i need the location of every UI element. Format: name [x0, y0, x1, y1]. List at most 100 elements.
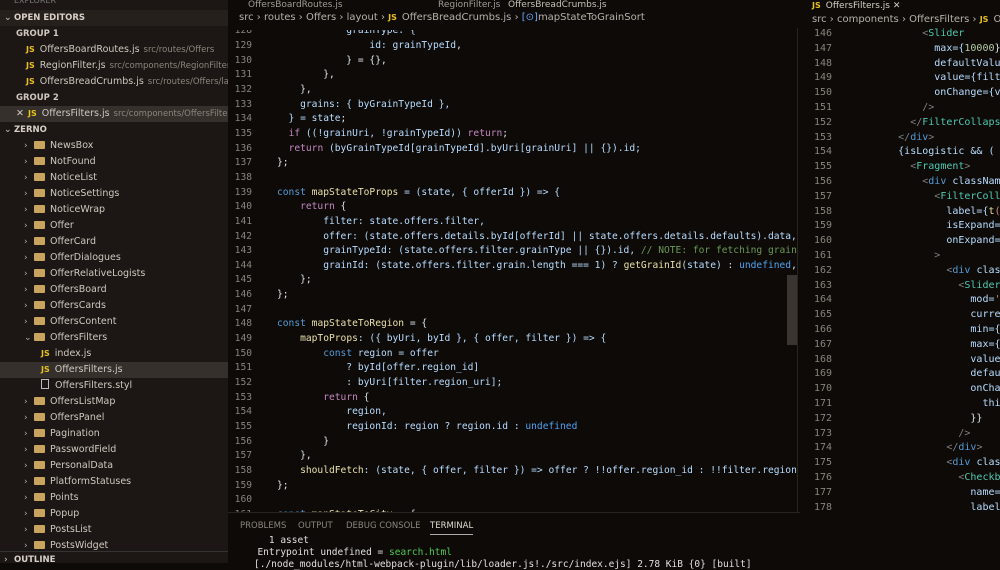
folder-item[interactable]: ›Points — [0, 490, 228, 506]
folder-item[interactable]: ›PostsList — [0, 522, 228, 538]
line-number: 170 — [798, 383, 832, 394]
breadcrumb-symbol[interactable]: mapStateToGrainSort — [538, 12, 645, 23]
chevron-right-icon: › — [24, 266, 34, 282]
section-project[interactable]: ⌄ZERNO — [0, 122, 228, 138]
line-number: 143 — [228, 245, 252, 256]
folder-item[interactable]: ›Pagination — [0, 426, 228, 442]
folder-item[interactable]: ›OffersContent — [0, 314, 228, 330]
code-token: } — [995, 43, 1000, 54]
code-token: grainTypeId: (state.offers.filter.grainT… — [277, 245, 641, 256]
tab-debug-console[interactable]: DEBUG CONSOLE — [346, 521, 420, 531]
open-editor-item[interactable]: JSRegionFilter.jssrc/components/RegionFi… — [0, 58, 228, 74]
folder-item[interactable]: ›OffersPanel — [0, 410, 228, 426]
tab-problems[interactable]: PROBLEMS — [240, 521, 286, 531]
section-label: OPEN EDITORS — [14, 13, 85, 23]
breadcrumb-item[interactable]: src — [812, 14, 827, 25]
line-number: 176 — [798, 472, 832, 483]
breadcrumb-file[interactable]: Of — [993, 14, 1000, 25]
folder-item[interactable]: ›NoticeWrap — [0, 202, 228, 218]
code-line: defaultValue — [850, 58, 1000, 69]
folder-icon — [34, 269, 45, 277]
chevron-right-icon: › — [24, 458, 34, 474]
code-token: < — [850, 28, 928, 39]
file-item[interactable]: JSOffersFilters.js — [0, 362, 228, 378]
code-line: label={t(' — [850, 206, 1000, 217]
folder-item[interactable]: ›OfferCard — [0, 234, 228, 250]
close-icon[interactable]: ✕ — [0, 108, 24, 119]
breadcrumb-item[interactable]: OffersFilters — [909, 14, 969, 25]
folder-item[interactable]: ›Popup — [0, 506, 228, 522]
breadcrumb-item[interactable]: src — [239, 12, 254, 23]
section-open-editors[interactable]: ⌄OPEN EDITORS — [0, 10, 228, 26]
folder-item[interactable]: ›OfferDialogues — [0, 250, 228, 266]
file-name: OffersFilters.js — [42, 108, 110, 119]
group-2-header[interactable]: GROUP 2 — [0, 90, 228, 106]
js-file-icon: JS — [812, 1, 821, 10]
file-path: src/routes/Offers/la... — [148, 77, 228, 87]
code-line: grainTypeId: (state.offers.filter.grainT… — [277, 245, 797, 256]
folder-item[interactable]: ›NotFound — [0, 154, 228, 170]
folder-item[interactable]: ⌄OffersFilters — [0, 330, 228, 346]
group-1-header[interactable]: GROUP 1 — [0, 26, 228, 42]
chevron-right-icon: › — [24, 426, 34, 442]
line-number: 175 — [798, 457, 832, 468]
breadcrumb-item[interactable]: routes — [264, 12, 296, 23]
folder-item[interactable]: ›OffersBoard — [0, 282, 228, 298]
js-file-icon: JS — [388, 13, 397, 22]
tab-offers-board-routes[interactable]: OffersBoardRoutes.js — [248, 0, 343, 11]
file-item[interactable]: OffersFilters.styl — [0, 378, 228, 394]
breadcrumb-item[interactable]: Offers — [306, 12, 336, 23]
folder-item[interactable]: ›OfferRelativeLogists — [0, 266, 228, 282]
code-token: const — [277, 187, 306, 198]
line-number: 156 — [228, 436, 252, 447]
folder-icon — [34, 477, 45, 485]
code-token: grains: { byGrainTypeId }, — [277, 99, 450, 110]
folder-item[interactable]: ›PersonalData — [0, 458, 228, 474]
folder-item[interactable]: ›NoticeList — [0, 170, 228, 186]
folder-icon — [34, 429, 45, 437]
tab-offers-filters[interactable]: JSOffersFilters.js ✕ — [812, 0, 900, 12]
chevron-right-icon: › — [24, 410, 34, 426]
open-editor-item[interactable]: JSOffersBreadCrumbs.jssrc/routes/Offers/… — [0, 74, 228, 90]
file-item[interactable]: JSindex.js — [0, 346, 228, 362]
folder-item[interactable]: ›PlatformStatuses — [0, 474, 228, 490]
tab-output[interactable]: OUTPUT — [298, 521, 333, 531]
breadcrumb-item[interactable]: layout — [347, 12, 378, 23]
folder-item[interactable]: ›Offer — [0, 218, 228, 234]
breadcrumb-file[interactable]: OffersBreadCrumbs.js — [402, 12, 512, 23]
tab-region-filter[interactable]: RegionFilter.js — [438, 0, 500, 11]
editor-scrollbar[interactable] — [787, 275, 797, 345]
code-token: }; — [277, 480, 289, 491]
code-editor-right[interactable]: 146 <Slider147 max={10000}148 defaultVal… — [797, 28, 1000, 515]
breadcrumb-right: src › components › OffersFilters › JSOf — [812, 14, 1000, 25]
code-token: Slider — [964, 280, 1000, 291]
line-number: 160 — [798, 235, 832, 246]
section-outline[interactable]: ›OUTLINE — [0, 551, 228, 567]
tab-terminal[interactable]: TERMINAL — [430, 521, 473, 535]
code-editor-left[interactable]: 128 grainType: {129 id: grainTypeId,130 … — [228, 30, 797, 512]
terminal-link[interactable]: search.html — [389, 547, 452, 558]
folder-item[interactable]: ›OffersListMap — [0, 394, 228, 410]
folder-item[interactable]: ›PasswordField — [0, 442, 228, 458]
line-number: 158 — [798, 206, 832, 217]
code-token: const — [277, 318, 306, 329]
folder-item[interactable]: ›NoticeSettings — [0, 186, 228, 202]
code-token: classN — [970, 457, 1000, 468]
folder-item[interactable]: ›NewsBox — [0, 138, 228, 154]
section-label: OUTLINE — [14, 555, 55, 565]
code-line: }; — [277, 480, 289, 491]
file-name: index.js — [55, 348, 92, 359]
tab-offers-breadcrumbs[interactable]: OffersBreadCrumbs.js — [508, 0, 607, 11]
open-editor-item[interactable]: JSOffersBoardRoutes.jssrc/routes/Offers — [0, 42, 228, 58]
close-icon[interactable]: ✕ — [893, 1, 901, 11]
breadcrumb-item[interactable]: components — [837, 14, 899, 25]
line-number: 169 — [798, 368, 832, 379]
code-token: </ — [850, 132, 910, 143]
code-line: {isLogistic && ( — [850, 146, 995, 157]
folder-name: OffersBoard — [50, 284, 107, 295]
open-editor-item[interactable]: ✕JSOffersFilters.jssrc/components/Offers… — [0, 106, 228, 122]
line-number: 153 — [228, 392, 252, 403]
folder-item[interactable]: ›OffersCards — [0, 298, 228, 314]
explorer-sidebar: EXPLORER⌄OPEN EDITORSGROUP 1JSOffersBoar… — [0, 0, 228, 563]
line-number: 172 — [798, 413, 832, 424]
